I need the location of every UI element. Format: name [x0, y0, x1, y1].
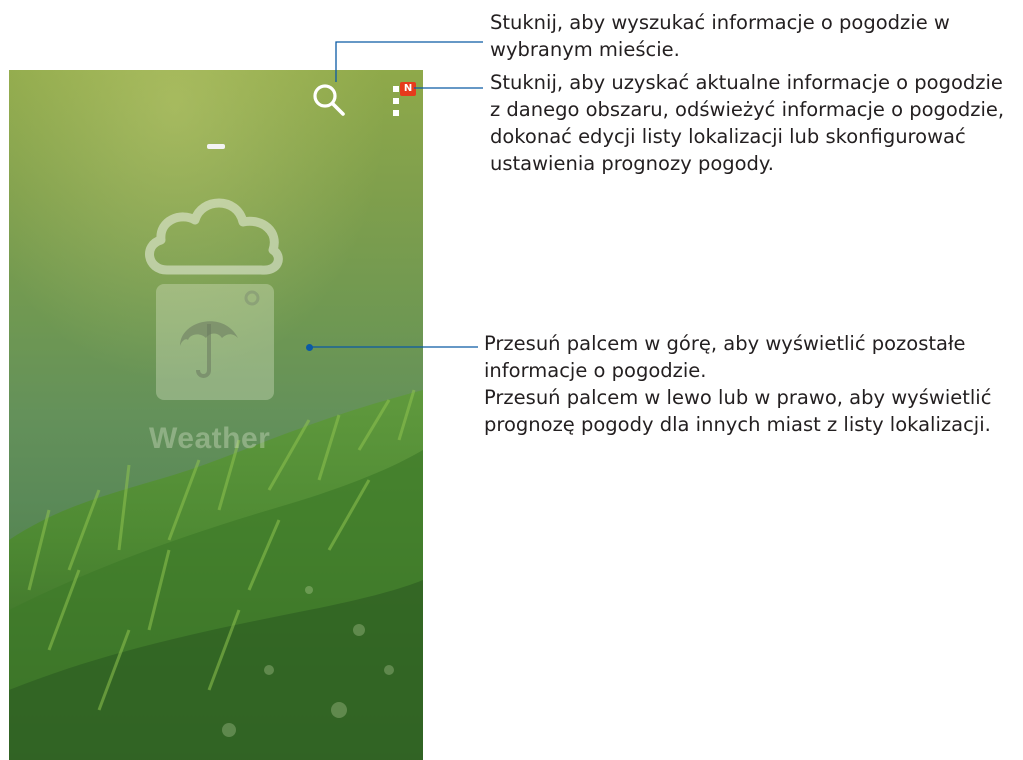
callout-line-search [335, 41, 483, 82]
callout-swipe-text: Przesuń palcem w górę, aby wyświetlić po… [484, 332, 992, 436]
callout-search-text: Stuknij, aby wyszukać informacje o pogod… [490, 11, 950, 61]
callout-menu-text: Stuknij, aby uzyskać aktualne informacje… [490, 71, 1005, 175]
